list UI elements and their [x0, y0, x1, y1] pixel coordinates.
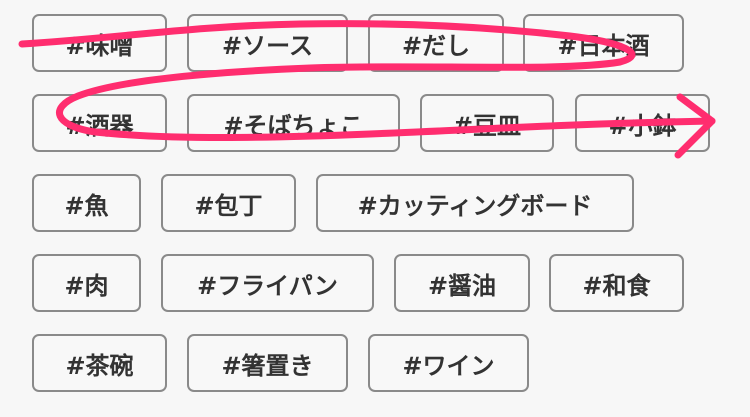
- tag-wine[interactable]: #ワイン: [368, 334, 529, 392]
- tag-small-plate[interactable]: #豆皿: [420, 94, 554, 152]
- tag-cloud: #味噌 #ソース #だし #日本酒 #酒器 #そばちょこ #豆皿 #小鉢 #魚 …: [0, 0, 750, 417]
- tag-sake-ware[interactable]: #酒器: [32, 94, 167, 152]
- tag-dashi[interactable]: #だし: [368, 14, 504, 72]
- tag-japanese-food[interactable]: #和食: [549, 254, 684, 312]
- tag-soba-choko[interactable]: #そばちょこ: [187, 94, 400, 152]
- tag-sauce[interactable]: #ソース: [187, 14, 348, 72]
- tag-frying-pan[interactable]: #フライパン: [161, 254, 374, 312]
- tag-miso[interactable]: #味噌: [32, 14, 167, 72]
- tag-soy-sauce[interactable]: #醤油: [394, 254, 530, 312]
- tag-cutting-board[interactable]: #カッティングボード: [316, 174, 634, 232]
- tag-kitchen-knife[interactable]: #包丁: [161, 174, 296, 232]
- tag-meat[interactable]: #肉: [32, 254, 141, 312]
- tag-small-bowl[interactable]: #小鉢: [575, 94, 710, 152]
- tag-chopstick-rest[interactable]: #箸置き: [187, 334, 348, 392]
- tag-rice-bowl[interactable]: #茶碗: [32, 334, 167, 392]
- tag-sake[interactable]: #日本酒: [523, 14, 684, 72]
- tag-fish[interactable]: #魚: [32, 174, 141, 232]
